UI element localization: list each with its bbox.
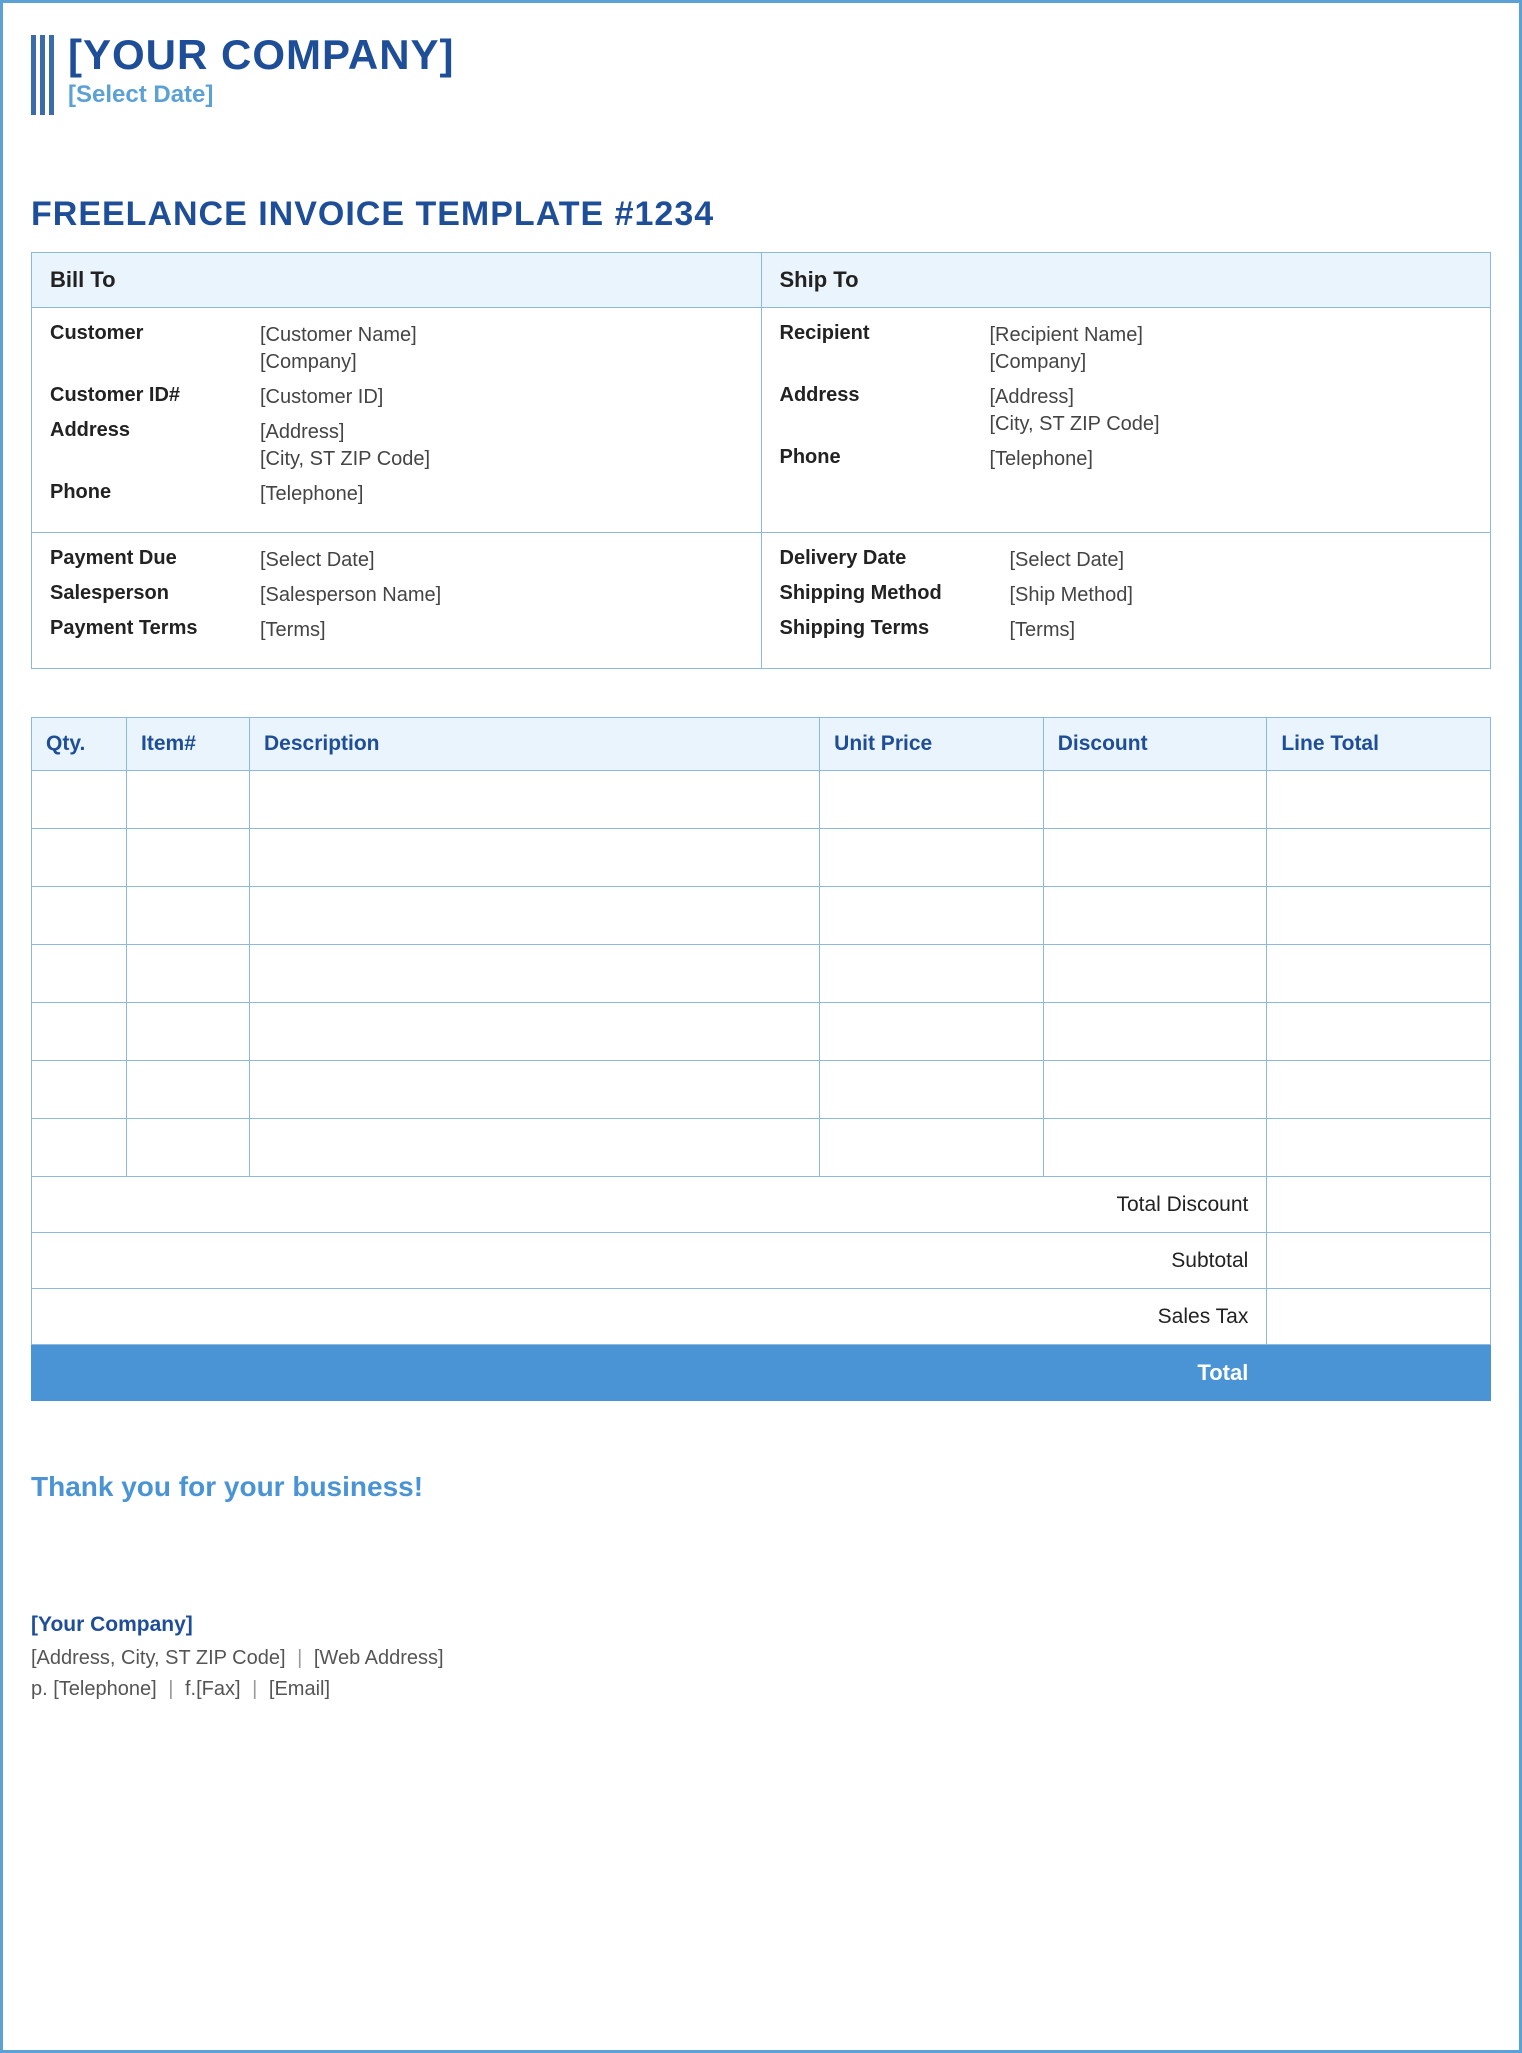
line-row[interactable] — [32, 771, 1491, 829]
ship-phone-label: Phone — [780, 446, 990, 473]
total-discount-value[interactable] — [1267, 1177, 1491, 1233]
shipping-method-label: Shipping Method — [780, 582, 1010, 609]
footer-fax[interactable]: [Fax] — [196, 1678, 240, 1700]
ship-to-body: Recipient [Recipient Name] [Company] Add… — [761, 308, 1491, 533]
footer-web[interactable]: [Web Address] — [314, 1647, 444, 1669]
footer-company[interactable]: [Your Company] — [31, 1613, 1491, 1637]
recipient-name[interactable]: [Recipient Name] — [990, 322, 1143, 349]
footer-address[interactable]: [Address, City, ST ZIP Code] — [31, 1647, 286, 1669]
line-row[interactable] — [32, 829, 1491, 887]
sales-tax-label: Sales Tax — [32, 1289, 1267, 1345]
line-row[interactable] — [32, 1061, 1491, 1119]
shipping-terms-label: Shipping Terms — [780, 617, 1010, 644]
customer-company[interactable]: [Company] — [260, 349, 417, 376]
col-desc: Description — [249, 718, 819, 771]
salesperson-label: Salesperson — [50, 582, 260, 609]
ship-address-label: Address — [780, 384, 990, 438]
header: [YOUR COMPANY] [Select Date] — [31, 31, 1491, 115]
subtotal-row: Subtotal — [32, 1233, 1491, 1289]
footer-email[interactable]: [Email] — [269, 1678, 330, 1700]
total-label: Total — [32, 1345, 1267, 1401]
shipping-terms[interactable]: [Terms] — [1010, 617, 1076, 644]
col-price: Unit Price — [820, 718, 1044, 771]
col-discount: Discount — [1043, 718, 1267, 771]
thank-you-message: Thank you for your business! — [31, 1471, 1491, 1503]
footer: [Your Company] [Address, City, ST ZIP Co… — [31, 1613, 1491, 1705]
total-discount-row: Total Discount — [32, 1177, 1491, 1233]
total-row: Total — [32, 1345, 1491, 1401]
payment-body: Payment Due [Select Date] Salesperson [S… — [32, 533, 762, 669]
bill-to-header: Bill To — [32, 253, 762, 308]
recipient-label: Recipient — [780, 322, 990, 376]
sales-tax-row: Sales Tax — [32, 1289, 1491, 1345]
payment-terms[interactable]: [Terms] — [260, 617, 326, 644]
salesperson[interactable]: [Salesperson Name] — [260, 582, 441, 609]
line-items-table: Qty. Item# Description Unit Price Discou… — [31, 717, 1491, 1401]
bill-phone-label: Phone — [50, 481, 260, 508]
company-name[interactable]: [YOUR COMPANY] — [68, 31, 455, 79]
ship-to-header: Ship To — [761, 253, 1491, 308]
footer-phone-prefix: p. — [31, 1678, 48, 1700]
bill-address-label: Address — [50, 419, 260, 473]
line-header-row: Qty. Item# Description Unit Price Discou… — [32, 718, 1491, 771]
ship-phone[interactable]: [Telephone] — [990, 446, 1093, 473]
recipient-company[interactable]: [Company] — [990, 349, 1143, 376]
customer-id-label: Customer ID# — [50, 384, 260, 411]
footer-phone[interactable]: [Telephone] — [53, 1678, 156, 1700]
bill-address-2[interactable]: [City, ST ZIP Code] — [260, 446, 430, 473]
line-row[interactable] — [32, 1003, 1491, 1061]
col-qty: Qty. — [32, 718, 127, 771]
invoice-title: FREELANCE INVOICE TEMPLATE #1234 — [31, 195, 1491, 234]
payment-due[interactable]: [Select Date] — [260, 547, 375, 574]
total-discount-label: Total Discount — [32, 1177, 1267, 1233]
footer-fax-prefix: f. — [185, 1678, 196, 1700]
header-accent-bars — [31, 31, 54, 115]
customer-id[interactable]: [Customer ID] — [260, 384, 383, 411]
customer-name[interactable]: [Customer Name] — [260, 322, 417, 349]
delivery-body: Delivery Date [Select Date] Shipping Met… — [761, 533, 1491, 669]
col-line-total: Line Total — [1267, 718, 1491, 771]
bill-phone[interactable]: [Telephone] — [260, 481, 363, 508]
sales-tax-value[interactable] — [1267, 1289, 1491, 1345]
invoice-page: [YOUR COMPANY] [Select Date] FREELANCE I… — [0, 0, 1522, 2053]
payment-due-label: Payment Due — [50, 547, 260, 574]
customer-label: Customer — [50, 322, 260, 376]
payment-terms-label: Payment Terms — [50, 617, 260, 644]
ship-address-2[interactable]: [City, ST ZIP Code] — [990, 411, 1160, 438]
subtotal-value[interactable] — [1267, 1233, 1491, 1289]
bill-address-1[interactable]: [Address] — [260, 419, 430, 446]
delivery-date[interactable]: [Select Date] — [1010, 547, 1125, 574]
customer-info-table: Bill To Ship To Customer [Customer Name]… — [31, 252, 1491, 669]
subtotal-label: Subtotal — [32, 1233, 1267, 1289]
delivery-date-label: Delivery Date — [780, 547, 1010, 574]
document-date[interactable]: [Select Date] — [68, 81, 455, 109]
bill-to-body: Customer [Customer Name] [Company] Custo… — [32, 308, 762, 533]
total-value[interactable] — [1267, 1345, 1491, 1401]
col-item: Item# — [127, 718, 250, 771]
line-row[interactable] — [32, 887, 1491, 945]
shipping-method[interactable]: [Ship Method] — [1010, 582, 1133, 609]
line-row[interactable] — [32, 945, 1491, 1003]
ship-address-1[interactable]: [Address] — [990, 384, 1160, 411]
line-row[interactable] — [32, 1119, 1491, 1177]
